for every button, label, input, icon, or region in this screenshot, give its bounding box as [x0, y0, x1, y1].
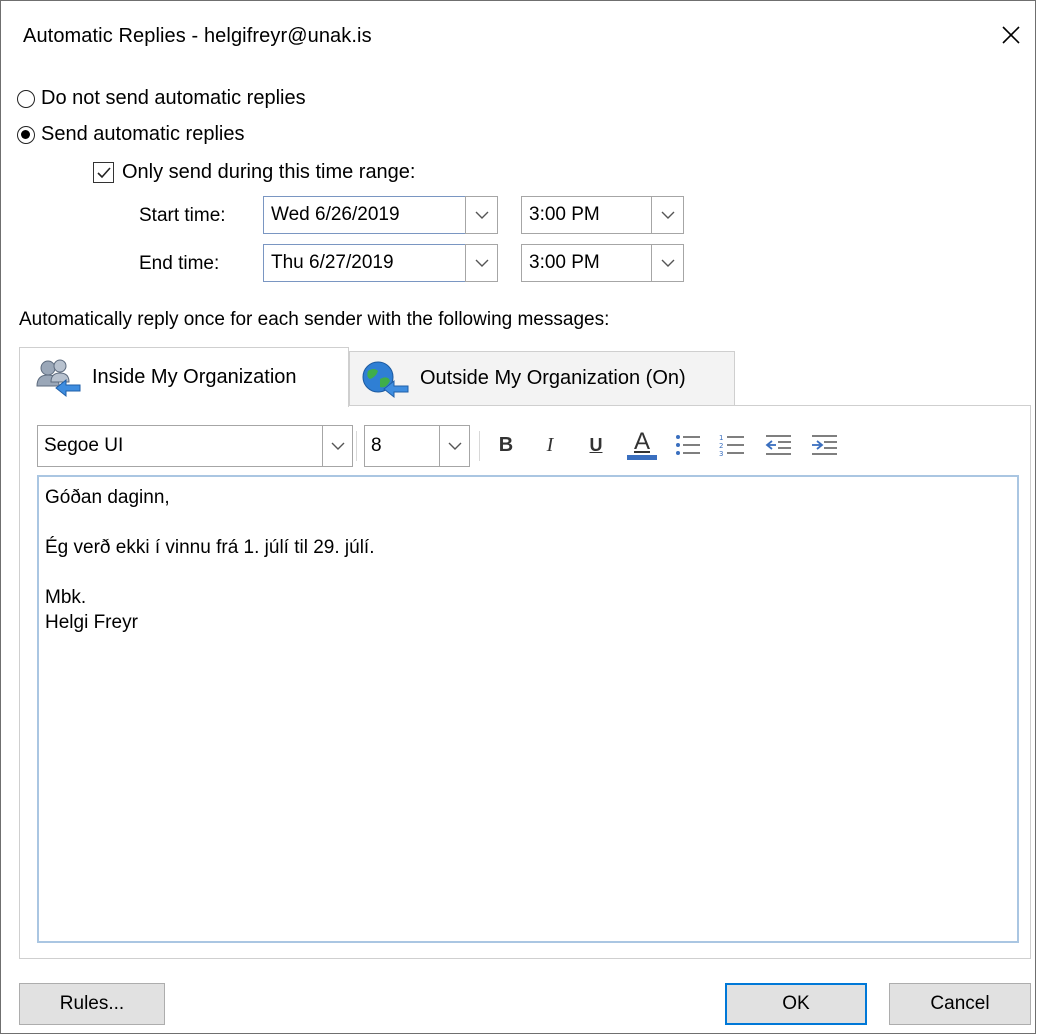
font-color-icon: A: [633, 428, 650, 455]
cancel-button-label: Cancel: [930, 993, 990, 1014]
start-date-value: Wed 6/26/2019: [271, 204, 400, 225]
time-range-checkbox-row[interactable]: Only send during this time range:: [93, 161, 416, 184]
tab-inside-organization[interactable]: Inside My Organization: [19, 347, 349, 407]
bullet-list-button[interactable]: [673, 427, 703, 463]
radio-no-reply-label: Do not send automatic replies: [41, 87, 306, 109]
start-time-value: 3:00 PM: [529, 204, 600, 225]
bold-button[interactable]: B: [491, 427, 521, 463]
italic-button[interactable]: I: [535, 427, 565, 463]
close-button[interactable]: [995, 19, 1027, 51]
start-time-label: Start time:: [139, 205, 226, 226]
font-family-select[interactable]: Segoe UI: [37, 425, 353, 467]
automatic-replies-dialog: Automatic Replies - helgifreyr@unak.is D…: [0, 0, 1036, 1034]
cancel-button[interactable]: Cancel: [889, 983, 1031, 1025]
increase-indent-icon: [812, 435, 837, 455]
font-color-button[interactable]: A: [627, 427, 657, 463]
start-date-field[interactable]: Wed 6/26/2019: [263, 196, 467, 234]
svg-text:1: 1: [719, 434, 723, 442]
increase-indent-button[interactable]: [809, 427, 839, 463]
svg-text:3: 3: [719, 450, 723, 457]
start-time-dropdown-button[interactable]: [651, 196, 684, 234]
message-line: Helgi Freyr: [45, 612, 138, 633]
bold-glyph: B: [498, 433, 514, 456]
end-date-dropdown-button[interactable]: [465, 244, 498, 282]
end-time-value: 3:00 PM: [529, 252, 600, 273]
font-family-dropdown-button[interactable]: [322, 426, 352, 466]
toolbar-separator: [356, 431, 357, 461]
decrease-indent-button[interactable]: [763, 427, 793, 463]
start-date-dropdown-button[interactable]: [465, 196, 498, 234]
decrease-indent-icon: [765, 435, 791, 455]
people-arrow-icon: [34, 358, 82, 398]
radio-send-reply-label: Send automatic replies: [41, 123, 245, 145]
checkmark-icon: [96, 166, 111, 178]
numbered-list-button[interactable]: 1 2 3: [717, 427, 747, 463]
font-size-value: 8: [371, 435, 382, 456]
rules-button-label: Rules...: [59, 993, 125, 1014]
underline-glyph: U: [589, 434, 603, 455]
rules-button[interactable]: Rules...: [19, 983, 165, 1025]
chevron-down-icon: [475, 211, 488, 219]
close-icon: [1002, 26, 1020, 44]
radio-send-reply[interactable]: Send automatic replies: [17, 123, 244, 146]
chevron-down-icon: [661, 259, 674, 267]
message-line: Ég verð ekki í vinnu frá 1. júlí til 29.…: [45, 537, 375, 558]
underline-button[interactable]: U: [581, 427, 611, 463]
end-date-value: Thu 6/27/2019: [271, 252, 394, 273]
svg-text:2: 2: [719, 442, 723, 450]
start-time-field[interactable]: 3:00 PM: [521, 196, 652, 234]
end-time-label: End time:: [139, 253, 220, 274]
chevron-down-icon: [448, 442, 461, 450]
title-bar: Automatic Replies - helgifreyr@unak.is: [1, 1, 1035, 73]
font-size-select[interactable]: 8: [364, 425, 470, 467]
message-line: [45, 510, 1011, 535]
message-line: Góðan daginn,: [45, 487, 170, 508]
chevron-down-icon: [331, 442, 344, 450]
message-editor[interactable]: Góðan daginn, Ég verð ekki í vinnu frá 1…: [37, 475, 1019, 943]
time-range-label: Only send during this time range:: [122, 161, 416, 183]
chevron-down-icon: [475, 259, 488, 267]
end-date-field[interactable]: Thu 6/27/2019: [263, 244, 467, 282]
numbered-list-icon: 1 2 3: [719, 434, 744, 457]
font-family-value: Segoe UI: [44, 435, 124, 456]
time-range-checkbox[interactable]: [93, 162, 114, 183]
italic-glyph: I: [546, 433, 554, 456]
font-color-swatch: [627, 455, 657, 460]
radio-no-reply-indicator[interactable]: [17, 89, 35, 108]
radio-no-reply[interactable]: Do not send automatic replies: [17, 87, 306, 110]
window-title: Automatic Replies - helgifreyr@unak.is: [23, 25, 372, 47]
toolbar-separator: [479, 431, 480, 461]
chevron-down-icon: [661, 211, 674, 219]
end-time-dropdown-button[interactable]: [651, 244, 684, 282]
tab-outside-label: Outside My Organization (On): [420, 367, 686, 389]
ok-button[interactable]: OK: [725, 983, 867, 1025]
font-size-dropdown-button[interactable]: [439, 426, 469, 466]
message-line: Mbk.: [45, 587, 87, 608]
radio-send-reply-indicator[interactable]: [17, 125, 35, 144]
globe-arrow-icon: [360, 359, 410, 399]
message-line: [45, 560, 1011, 585]
reply-instruction: Automatically reply once for each sender…: [19, 309, 610, 330]
bullet-list-icon: [676, 435, 700, 455]
end-time-field[interactable]: 3:00 PM: [521, 244, 652, 282]
tab-outside-organization[interactable]: Outside My Organization (On): [349, 351, 735, 405]
ok-button-label: OK: [782, 993, 810, 1014]
tab-inside-label: Inside My Organization: [92, 366, 297, 388]
